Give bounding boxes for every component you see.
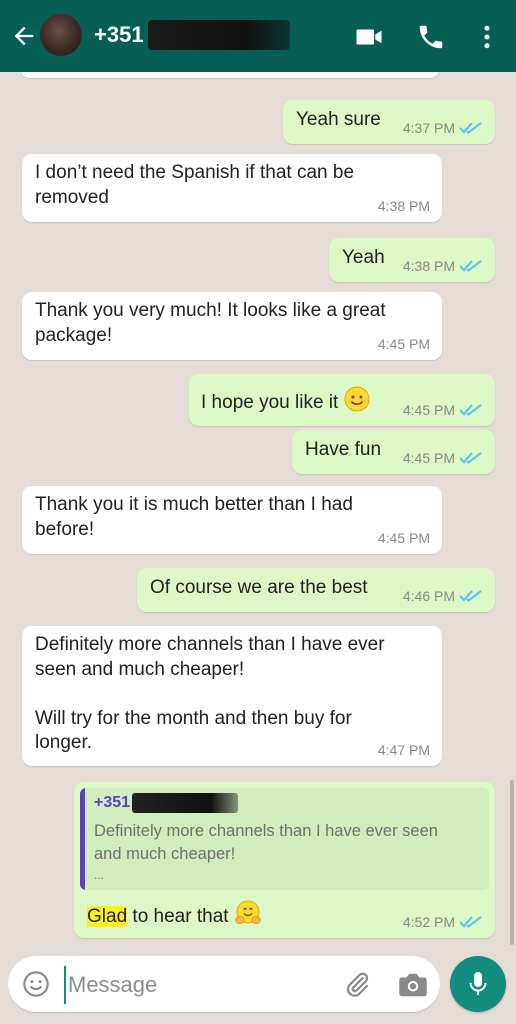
message-input[interactable] xyxy=(64,966,330,1004)
incoming-message[interactable]: Thank you very much! It looks like a gre… xyxy=(22,292,442,360)
message-time: 4:45 PM xyxy=(402,402,455,418)
message-line: Thank you very much! It looks like a gre… xyxy=(35,300,386,321)
more-options-icon[interactable] xyxy=(472,22,502,52)
message-time: 4:45 PM xyxy=(377,530,430,546)
message-time: 4:37 PM xyxy=(402,120,455,136)
message-time: 4:38 PM xyxy=(402,258,455,274)
read-ticks-icon xyxy=(459,260,482,272)
contact-name[interactable]: +351 xyxy=(94,22,144,48)
contact-prefix: +351 xyxy=(94,22,144,47)
quoted-message[interactable]: +351 9 Definitely more channels than I h… xyxy=(80,788,489,890)
message-meta: 4:37 PM xyxy=(403,120,483,136)
message-text: Yeah sure xyxy=(296,109,381,130)
incoming-message[interactable]: I don’t need the Spanish if that can be … xyxy=(22,154,442,222)
message-line: package! xyxy=(35,324,113,346)
message-text: I don’t need the Spanish if that can be … xyxy=(35,161,354,210)
camera-icon[interactable] xyxy=(398,972,428,998)
message-text: I hope you like it xyxy=(201,386,370,416)
message-meta: 4:38 PM xyxy=(403,258,483,274)
composer-bar xyxy=(0,948,516,1024)
message-meta: 4:47 PM xyxy=(378,742,430,758)
read-ticks-icon xyxy=(459,590,482,602)
back-arrow-icon[interactable] xyxy=(10,22,38,50)
quote-text: Definitely more channels than I have eve… xyxy=(94,820,438,865)
message-meta: 4:46 PM xyxy=(403,588,483,604)
message-text-content: to hear that xyxy=(127,906,229,927)
message-text: Thank you very much! It looks like a gre… xyxy=(35,299,386,348)
message-meta: 4:38 PM xyxy=(378,198,430,214)
message-text: Yeah xyxy=(342,247,385,268)
outgoing-message[interactable]: Of course we are the best 4:46 PM xyxy=(137,568,495,612)
phone-call-icon[interactable] xyxy=(416,22,446,52)
redacted-number xyxy=(132,793,238,813)
chat-area[interactable]: Yeah sure 4:37 PM I don’t need the Spani… xyxy=(0,66,516,948)
quote-ellipsis: ... xyxy=(94,868,105,882)
message-line: Will try for the month and then buy for xyxy=(35,707,352,729)
mic-button[interactable] xyxy=(450,956,506,1012)
message-meta: 4:45 PM xyxy=(403,402,483,418)
scrollbar[interactable] xyxy=(510,780,514,945)
message-line: Definitely more channels than I have eve… xyxy=(35,634,385,655)
message-text: Thank you it is much better than I had b… xyxy=(35,493,353,542)
outgoing-message[interactable]: Have fun 4:45 PM xyxy=(292,430,495,474)
message-meta: 4:45 PM xyxy=(403,450,483,466)
message-time: 4:38 PM xyxy=(377,198,430,214)
message-time: 4:52 PM xyxy=(402,914,455,930)
video-call-icon[interactable] xyxy=(354,22,384,52)
message-text: Glad to hear that xyxy=(87,900,261,930)
message-line: I don’t need the Spanish if that can be xyxy=(35,162,355,183)
outgoing-message[interactable]: Yeah 4:38 PM xyxy=(329,238,495,282)
highlighted-word: Glad xyxy=(87,906,128,927)
outgoing-message[interactable]: Yeah sure 4:37 PM xyxy=(283,100,495,144)
attach-icon[interactable] xyxy=(342,970,372,1000)
message-line: seen and much cheaper! xyxy=(35,658,245,680)
outgoing-reply-message[interactable]: +351 9 Definitely more channels than I h… xyxy=(74,782,495,938)
message-time: 4:46 PM xyxy=(402,588,455,604)
outgoing-message[interactable]: I hope you like it 4:45 PM xyxy=(189,374,495,426)
quote-line: and much cheaper! xyxy=(94,844,236,863)
read-ticks-icon xyxy=(459,122,482,134)
redacted-number xyxy=(148,20,290,50)
quote-line: Definitely more channels than I have eve… xyxy=(94,822,438,840)
hugging-face-emoji-icon xyxy=(234,900,261,924)
message-line: removed xyxy=(35,186,109,208)
message-time: 4:47 PM xyxy=(377,742,430,758)
message-meta: 4:45 PM xyxy=(378,336,430,352)
mic-icon xyxy=(469,972,487,995)
message-input-container[interactable] xyxy=(8,956,440,1012)
message-meta: 4:52 PM xyxy=(403,914,483,930)
incoming-message[interactable]: Thank you it is much better than I had b… xyxy=(22,486,442,554)
read-ticks-icon xyxy=(459,452,482,464)
message-text: Have fun xyxy=(305,439,382,460)
incoming-message[interactable]: Definitely more channels than I have eve… xyxy=(22,626,442,766)
message-meta: 4:45 PM xyxy=(378,530,430,546)
message-text: Definitely more channels than I have eve… xyxy=(35,633,385,756)
message-time: 4:45 PM xyxy=(402,450,455,466)
message-line: longer. xyxy=(35,732,93,753)
message-line: Thank you it is much better than I had xyxy=(35,494,353,515)
quote-accent-bar xyxy=(80,788,85,890)
read-ticks-icon xyxy=(459,404,482,416)
avatar[interactable] xyxy=(40,14,82,56)
message-line: before! xyxy=(35,518,95,540)
message-text-content: I hope you like it xyxy=(201,392,339,413)
smiling-face-emoji-icon xyxy=(344,386,370,412)
read-ticks-icon xyxy=(459,916,482,928)
emoji-icon[interactable] xyxy=(22,970,50,998)
message-time: 4:45 PM xyxy=(377,336,430,352)
chat-header: +351 xyxy=(0,0,516,72)
message-text: Of course we are the best xyxy=(150,577,368,598)
